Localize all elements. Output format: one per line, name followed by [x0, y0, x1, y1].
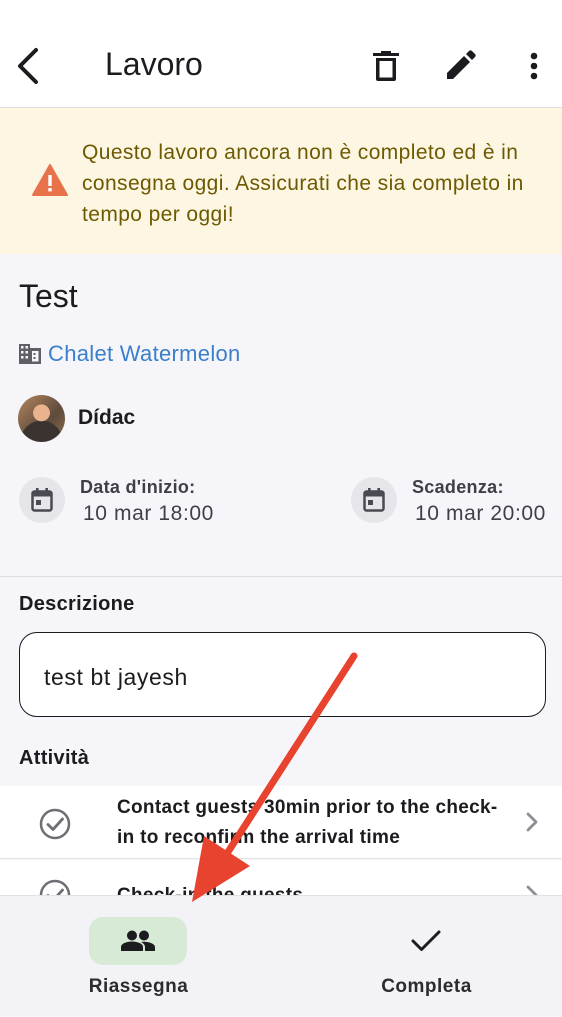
- check-circle-icon: [39, 808, 71, 840]
- calendar-icon: [31, 488, 53, 512]
- bottom-navigation: Riassegna Completa: [0, 895, 562, 1016]
- delete-button[interactable]: [364, 42, 408, 90]
- list-item[interactable]: Contact guests 30min prior to the check-…: [0, 786, 562, 859]
- building-icon: [19, 344, 41, 364]
- more-vert-icon: [530, 52, 538, 80]
- people-icon: [121, 930, 155, 951]
- list-item[interactable]: Check-in the guests: [0, 860, 562, 895]
- pencil-icon: [447, 50, 476, 79]
- page-title: Lavoro: [105, 46, 203, 82]
- chevron-right-icon: [526, 885, 538, 895]
- start-date-icon-wrap: [19, 477, 65, 523]
- divider: [0, 576, 562, 577]
- chevron-right-icon: [526, 812, 538, 832]
- task-text: Check-in the guests: [117, 881, 507, 895]
- reassign-button[interactable]: Riassegna: [0, 896, 281, 1017]
- warning-triangle-icon: [32, 164, 68, 196]
- reassign-pill: [89, 917, 187, 965]
- top-app-bar: Lavoro: [0, 0, 562, 108]
- description-label: Descrizione: [19, 593, 135, 615]
- due-date-icon-wrap: [351, 477, 397, 523]
- check-icon: [411, 930, 441, 951]
- description-field[interactable]: test bt jayesh: [19, 632, 546, 717]
- activities-label: Attività: [19, 747, 90, 769]
- complete-icon-wrap: [377, 917, 475, 965]
- due-date-label: Scadenza:: [412, 477, 504, 497]
- start-date-label: Data d'inizio:: [80, 477, 196, 497]
- check-circle-icon: [39, 879, 71, 895]
- due-date-value: 10 mar 20:00: [415, 502, 546, 525]
- complete-label: Completa: [381, 976, 472, 997]
- chevron-left-icon: [18, 48, 38, 84]
- trash-icon: [373, 51, 399, 81]
- task-text: Contact guests 30min prior to the check-…: [117, 797, 498, 848]
- back-button[interactable]: [12, 44, 48, 88]
- reassign-label: Riassegna: [88, 976, 189, 997]
- start-date-value: 10 mar 18:00: [83, 502, 214, 525]
- description-value: test bt jayesh: [44, 664, 188, 690]
- edit-button[interactable]: [438, 42, 482, 90]
- avatar: [18, 395, 65, 442]
- calendar-icon: [363, 488, 385, 512]
- warning-text: Questo lavoro ancora non è completo ed è…: [82, 141, 524, 226]
- job-title: Test: [19, 278, 78, 314]
- more-options-button[interactable]: [512, 42, 556, 90]
- assignee-name: Dídac: [78, 406, 136, 429]
- property-link[interactable]: Chalet Watermelon: [48, 341, 241, 367]
- complete-button[interactable]: Completa: [281, 896, 562, 1017]
